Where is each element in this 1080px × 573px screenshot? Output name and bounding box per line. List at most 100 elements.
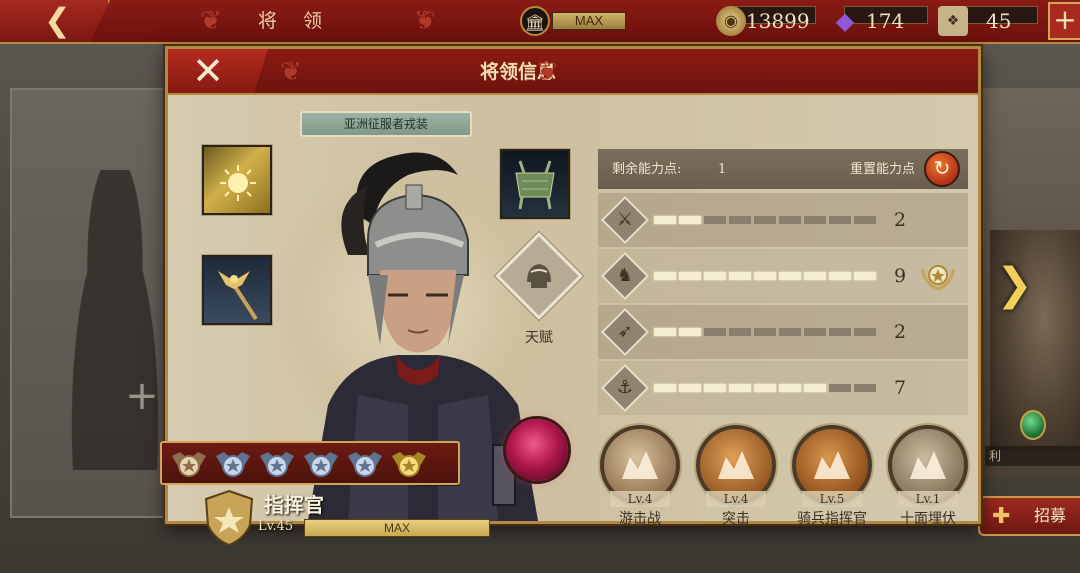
anchor-icon: ⚓ xyxy=(600,363,650,413)
stat-segment xyxy=(779,272,801,280)
stat-segment xyxy=(754,272,776,280)
stat-segment xyxy=(704,216,726,224)
red-gem-icon[interactable] xyxy=(506,419,568,481)
reset-points-button[interactable]: ↻ xyxy=(924,151,960,187)
laurel-right-icon: ❦ xyxy=(414,6,436,36)
rank-badge-icon xyxy=(258,446,296,482)
stat-segment xyxy=(829,272,851,280)
close-button[interactable]: ✕ xyxy=(168,49,268,93)
stat-row: ➶ 2 xyxy=(598,305,968,359)
stat-segment xyxy=(804,384,826,392)
stat-row: ♞ 9 xyxy=(598,249,968,303)
outfit-label[interactable]: 亚洲征服者戎装 xyxy=(300,111,472,137)
stat-progress-bar xyxy=(654,328,880,336)
skill-level: Lv.4 xyxy=(706,491,766,507)
skill-name: 十面埋伏 xyxy=(900,511,956,527)
back-arrow-icon: ❮ xyxy=(44,1,71,39)
close-icon: ✕ xyxy=(192,49,224,93)
bow-icon: ➶ xyxy=(600,307,650,357)
sun-banner-icon xyxy=(220,165,256,201)
stat-segment xyxy=(729,328,751,336)
skill-item[interactable]: Lv.4 突击 xyxy=(694,425,778,535)
dialog-body: 亚洲征服者戎装 天赋 指挥官 Lv.45 MAX 剩余能力点: 1 重置能力点 … xyxy=(160,95,978,547)
eagle-staff-icon xyxy=(218,271,258,321)
equip-slot-cauldron[interactable] xyxy=(500,149,570,219)
stat-segment xyxy=(654,216,676,224)
stat-segment xyxy=(829,384,851,392)
skill-level: Lv.1 xyxy=(898,491,958,507)
bronze-cauldron-icon xyxy=(515,160,555,210)
empty-general-silhouette xyxy=(60,170,170,470)
stat-icon-glyph: ⚓ xyxy=(616,377,634,398)
stat-row: ⚔ 2 xyxy=(598,193,968,247)
laurel-left-icon: ❦ xyxy=(200,6,222,36)
stat-segment xyxy=(854,384,876,392)
stat-segment xyxy=(654,272,676,280)
reset-label: 重置能力点 xyxy=(850,162,916,177)
stat-progress-bar xyxy=(654,216,880,224)
stat-segment xyxy=(754,216,776,224)
stat-segment xyxy=(704,272,726,280)
recruit-icon: ✚ xyxy=(992,504,1011,529)
skill-item[interactable]: Lv.1 十面埋伏 xyxy=(886,425,970,535)
rank-badge-icon xyxy=(302,446,340,482)
stat-segment xyxy=(654,384,676,392)
purple-gem-icon: ◆ xyxy=(835,7,855,35)
stat-row: ⚓ 7 xyxy=(598,361,968,415)
dialog-title: 将领信息 xyxy=(479,61,556,83)
stats-header: 剩余能力点: 1 重置能力点 ↻ xyxy=(598,149,968,189)
stat-segment xyxy=(729,384,751,392)
tokens-value: 45 xyxy=(986,9,1012,33)
stat-segment xyxy=(854,328,876,336)
stat-segment xyxy=(754,384,776,392)
stat-segment xyxy=(779,216,801,224)
rank-badge-icon xyxy=(170,446,208,482)
skill-name: 突击 xyxy=(722,511,750,527)
add-resource-button[interactable]: + xyxy=(1048,2,1080,40)
rank-badge-icon xyxy=(214,446,252,482)
stat-segment xyxy=(779,384,801,392)
token-icon: ❖ xyxy=(938,6,968,36)
stat-segment xyxy=(779,328,801,336)
skill-item[interactable]: Lv.5 骑兵指挥官 xyxy=(790,425,874,535)
add-general-icon[interactable]: + xyxy=(122,376,162,416)
skill-item[interactable]: Lv.4 游击战 xyxy=(598,425,682,535)
stat-icon-glyph: ⚔ xyxy=(616,209,634,230)
page-title: 将 领 xyxy=(257,10,333,32)
back-button[interactable]: ❮ xyxy=(0,0,110,42)
stat-value: 2 xyxy=(893,321,907,343)
skill-name: 游击战 xyxy=(619,511,661,527)
rank-badge-icon xyxy=(390,446,428,482)
stat-segment xyxy=(754,328,776,336)
next-general-arrow-icon[interactable]: ❯ xyxy=(996,262,1033,308)
stat-value: 2 xyxy=(893,209,907,231)
stat-segment xyxy=(829,216,851,224)
stat-segment xyxy=(729,216,751,224)
stat-segment xyxy=(679,216,701,224)
talent-label: 天赋 xyxy=(525,330,553,346)
header-laurel-right-icon: ❦ xyxy=(536,57,558,87)
coins-value: 13899 xyxy=(746,9,810,33)
stat-segment xyxy=(804,216,826,224)
dialog-header: ✕ ❦ 将领信息 ❦ xyxy=(168,49,978,95)
max-medal-icon xyxy=(920,259,956,293)
equip-slot-banner[interactable] xyxy=(202,145,272,215)
sword-icon: ⚔ xyxy=(600,195,650,245)
helmet-icon xyxy=(527,264,551,288)
points-label: 剩余能力点: xyxy=(612,162,682,177)
top-bar: ❮ ❦ 将 领 ❦ 🏛 MAX ◉ 13899 ◆ 174 ❖ 45 + xyxy=(0,0,1080,44)
stat-icon-glyph: ♞ xyxy=(616,265,634,286)
commander-level: Lv.45 xyxy=(258,519,294,534)
skill-level: Lv.5 xyxy=(802,491,862,507)
stat-progress-bar xyxy=(654,384,880,392)
stat-segment xyxy=(679,272,701,280)
stat-segment xyxy=(729,272,751,280)
stat-segment xyxy=(829,328,851,336)
recruit-button[interactable]: ✚ 招募 xyxy=(978,496,1080,536)
coin-icon: ◉ xyxy=(716,6,746,36)
stat-segment xyxy=(854,216,876,224)
xp-bar: MAX xyxy=(304,519,490,537)
stat-value: 7 xyxy=(893,377,907,399)
stat-value: 9 xyxy=(893,265,907,287)
equip-slot-staff[interactable] xyxy=(202,255,272,325)
